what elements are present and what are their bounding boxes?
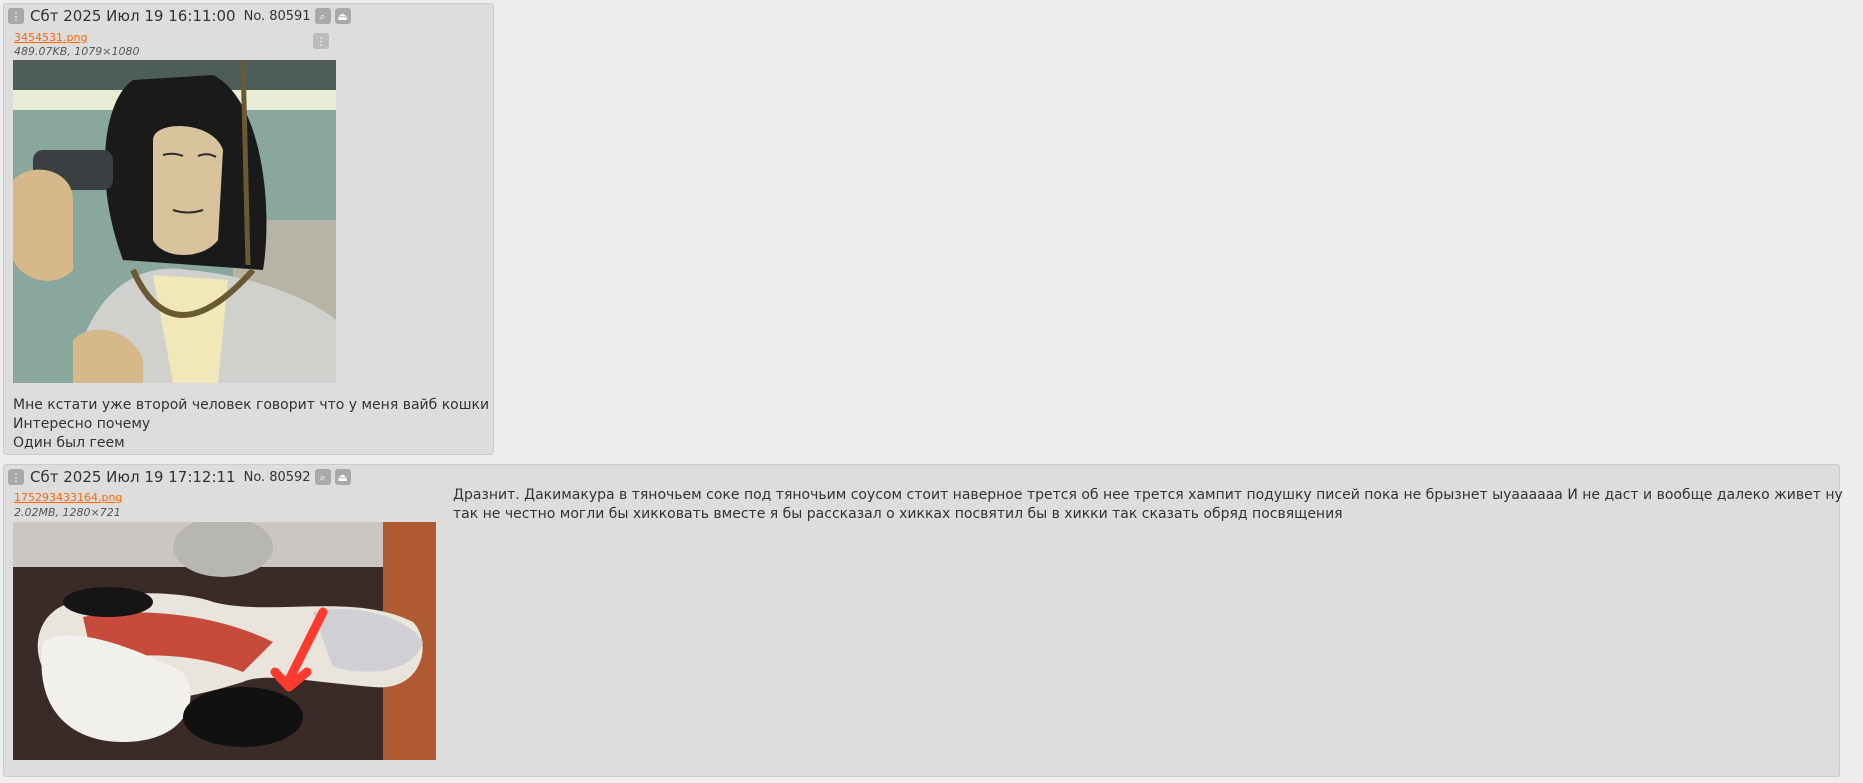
post-header: ⋮ Сбт 2025 Июл 19 17:12:11 No. 80592 ⌕ ⏏	[8, 467, 351, 487]
message-line: Интересно почему	[13, 416, 151, 432]
post-number-link[interactable]: 80592	[269, 470, 310, 485]
post-message: Дразнит. Дакимакура в тяночьем соке под …	[453, 486, 1843, 524]
eject-icon: ⏏	[337, 9, 348, 23]
message-line: Один был геем	[13, 435, 125, 451]
vertical-dots-icon: ⋮	[10, 9, 22, 23]
post-number-label: No.	[243, 8, 266, 24]
message-line: Мне кстати уже второй человек говорит чт…	[13, 397, 490, 413]
magnifier-icon: ⌕	[319, 9, 326, 23]
post-menu-button[interactable]: ⋮	[8, 469, 24, 485]
vertical-dots-icon: ⋮	[10, 470, 22, 484]
post-80592: ⋮ Сбт 2025 Июл 19 17:12:11 No. 80592 ⌕ ⏏…	[3, 464, 1843, 777]
message-line: Дразнит. Дакимакура в тяночьем соке под …	[453, 487, 1843, 503]
post-message: Мне кстати уже второй человек говорит чт…	[13, 396, 489, 453]
expand-button[interactable]: ⏏	[334, 8, 351, 24]
post-number-label: No.	[243, 469, 266, 485]
post-image-thumbnail[interactable]	[13, 60, 336, 383]
post-date: Сбт 2025 Июл 19 17:12:11	[30, 468, 236, 486]
expand-button[interactable]: ⏏	[334, 469, 351, 485]
file-meta: 489.07KB, 1079×1080	[14, 45, 140, 58]
post-header: ⋮ Сбт 2025 Июл 19 16:11:00 No. 80591 ⌕ ⏏	[8, 6, 351, 26]
file-menu-button[interactable]: ⋮	[313, 33, 329, 49]
anime-man-thumbnail-image	[13, 60, 336, 383]
magnifier-icon: ⌕	[319, 470, 326, 484]
post-date: Сбт 2025 Июл 19 16:11:00	[30, 7, 236, 25]
file-link[interactable]: 175293433164.png	[14, 491, 122, 504]
search-image-button[interactable]: ⌕	[314, 469, 331, 485]
post-image-thumbnail[interactable]	[13, 522, 436, 760]
vertical-dots-icon: ⋮	[315, 34, 327, 48]
post-menu-button[interactable]: ⋮	[8, 8, 24, 24]
search-image-button[interactable]: ⌕	[314, 8, 331, 24]
file-link[interactable]: 3454531.png	[14, 31, 87, 44]
post-80591: ⋮ Сбт 2025 Июл 19 16:11:00 No. 80591 ⌕ ⏏…	[3, 3, 494, 455]
eject-icon: ⏏	[337, 470, 348, 484]
file-meta: 2.02MB, 1280×721	[14, 506, 121, 519]
post-number-link[interactable]: 80591	[269, 9, 310, 24]
cat-dakimakura-thumbnail-image	[13, 522, 436, 760]
message-line: так не честно могли бы хикковать вместе …	[453, 506, 1343, 522]
